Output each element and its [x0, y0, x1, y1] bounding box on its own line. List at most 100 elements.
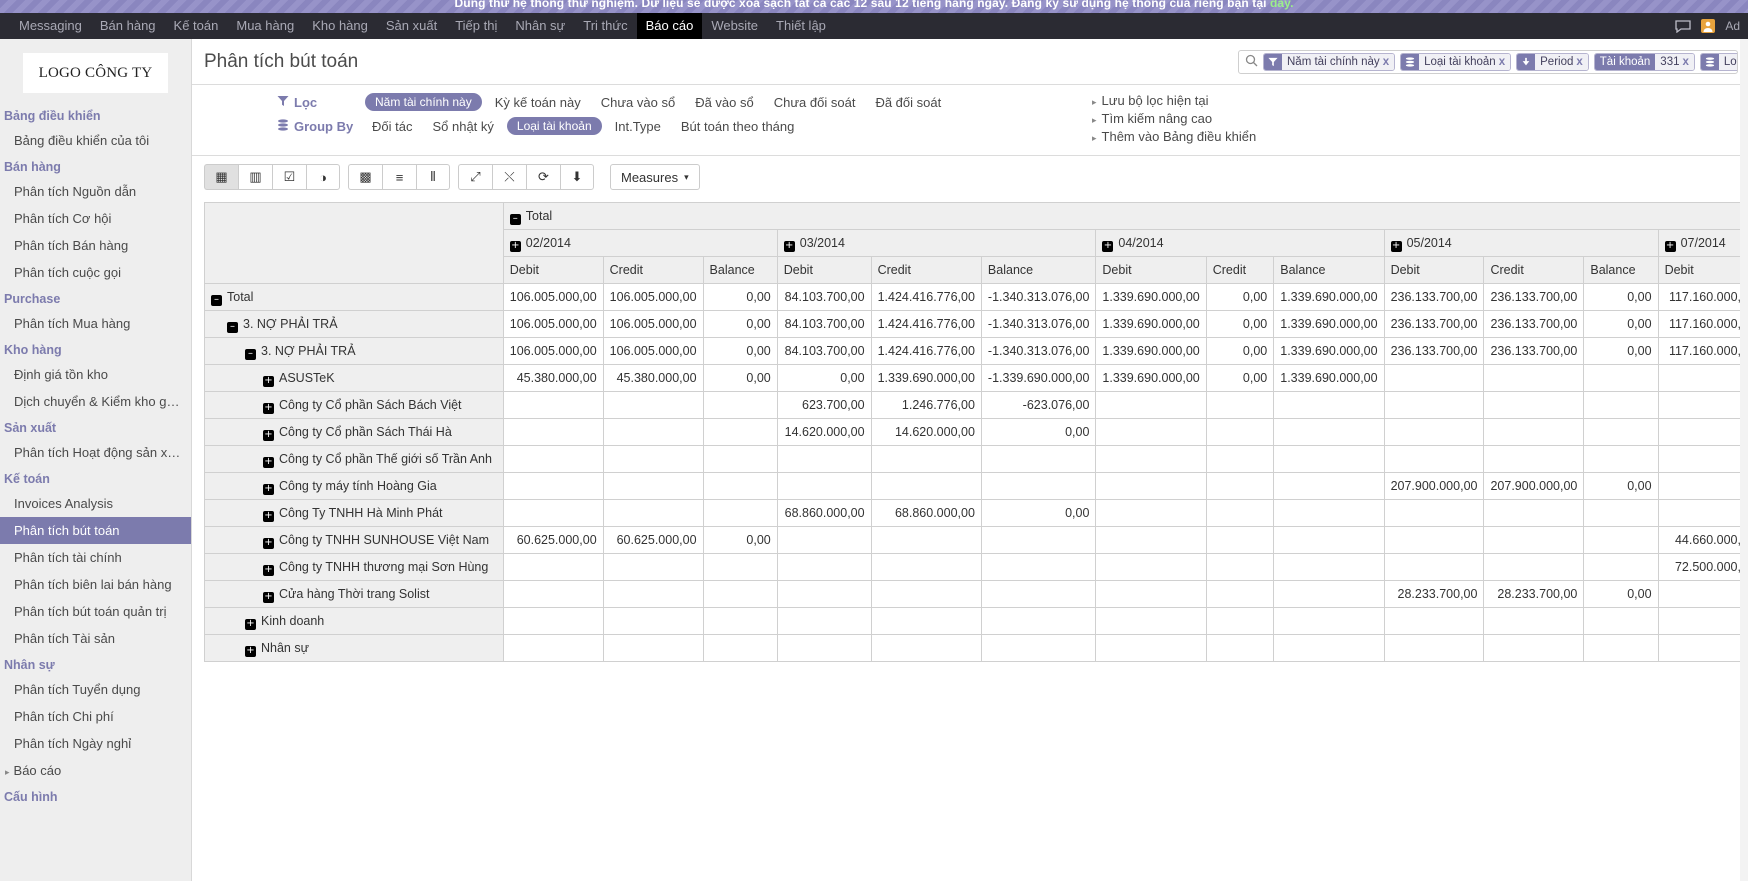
search-bar[interactable]: Năm tài chính này x Loại tài khoản x Period x…: [1238, 49, 1738, 74]
plus-box-icon[interactable]: +: [263, 564, 274, 576]
plus-box-icon[interactable]: +: [263, 375, 274, 387]
sidebar-item-6-3[interactable]: Báo cáo: [0, 757, 191, 784]
groupby-option-2[interactable]: Loại tài khoản: [506, 117, 602, 135]
pivot-row-header-5[interactable]: + Công ty Cổ phần Sách Thái Hà: [204, 418, 504, 446]
plus-box-icon[interactable]: +: [1102, 240, 1114, 252]
pivot-measure-header-1-0[interactable]: Debit: [776, 256, 872, 284]
pivot-measure-header-3-1[interactable]: Credit: [1483, 256, 1585, 284]
top-menu-item-11[interactable]: Thiết lập: [767, 13, 835, 39]
columns-icon[interactable]: ⦀: [416, 164, 450, 190]
pivot-measure-header-2-1[interactable]: Credit: [1205, 256, 1275, 284]
top-menu-item-5[interactable]: Sản xuất: [377, 13, 446, 39]
filter-link-1[interactable]: Tìm kiếm nâng cao: [1092, 111, 1256, 126]
plus-box-icon[interactable]: +: [263, 483, 274, 495]
top-menu-item-4[interactable]: Kho hàng: [303, 13, 377, 39]
search-icon[interactable]: [1245, 54, 1258, 70]
sidebar-item-5-3[interactable]: Phân tích biên lai bán hàng: [0, 571, 191, 598]
bar-chart-icon[interactable]: ▥: [238, 164, 272, 190]
pivot-row-header-3[interactable]: + ASUSTeK: [204, 364, 504, 392]
minus-box-icon[interactable]: –: [227, 321, 238, 333]
pivot-total-header[interactable]: – Total: [502, 202, 1748, 230]
filter-option-2[interactable]: Chưa vào sổ: [594, 94, 682, 111]
expand-icon[interactable]: ⤢: [458, 164, 492, 190]
pivot-colgroup-1[interactable]: +03/2014: [776, 229, 1097, 257]
chat-icon[interactable]: [1675, 19, 1691, 33]
pivot-measure-header-4-0[interactable]: Debit: [1657, 256, 1748, 284]
filter-link-2[interactable]: Thêm vào Bảng điều khiển: [1092, 129, 1257, 144]
top-menu-item-9[interactable]: Báo cáo: [636, 13, 703, 39]
plus-box-icon[interactable]: +: [263, 429, 274, 441]
search-facet-0[interactable]: Năm tài chính này x: [1263, 52, 1396, 71]
collapse-icon[interactable]: ⤬: [492, 164, 526, 190]
filter-option-4[interactable]: Chưa đối soát: [767, 94, 863, 111]
pivot-measure-header-3-2[interactable]: Balance: [1583, 256, 1659, 284]
search-facet-4[interactable]: Loại tài khoảnx: [1699, 52, 1737, 71]
filter-option-0[interactable]: Năm tài chính này: [365, 93, 482, 111]
groupby-option-4[interactable]: Bút toán theo tháng: [674, 118, 801, 135]
sidebar-item-1-0[interactable]: Phân tích Nguồn dẫn: [0, 178, 191, 205]
plus-box-icon[interactable]: +: [1664, 240, 1676, 252]
top-menu-item-1[interactable]: Bán hàng: [91, 13, 165, 39]
filter-option-5[interactable]: Đã đối soát: [868, 94, 948, 111]
filter-link-0[interactable]: Lưu bộ lọc hiện tại: [1092, 93, 1256, 108]
facet-remove-3[interactable]: x: [1679, 56, 1688, 68]
plus-box-icon[interactable]: +: [245, 618, 256, 630]
filter-option-3[interactable]: Đã vào sổ: [688, 94, 761, 111]
search-facet-2[interactable]: Period x: [1516, 52, 1589, 71]
pivot-colgroup-3[interactable]: +05/2014: [1383, 229, 1659, 257]
groupby-option-1[interactable]: Sổ nhật ký: [425, 118, 500, 135]
pivot-row-header-1[interactable]: –3. NỢ PHẢI TRẢ: [204, 310, 504, 338]
sidebar-item-5-5[interactable]: Phân tích Tài sản: [0, 625, 191, 652]
sidebar-item-3-1[interactable]: Dịch chuyển & Kiểm kho g…: [0, 388, 191, 415]
facet-remove-0[interactable]: x: [1380, 56, 1389, 68]
pivot-colgroup-2[interactable]: +04/2014: [1095, 229, 1385, 257]
pivot-measure-header-0-0[interactable]: Debit: [502, 256, 604, 284]
sidebar-item-6-2[interactable]: Phân tích Ngày nghỉ: [0, 730, 191, 757]
facet-remove-1[interactable]: x: [1496, 56, 1505, 68]
plus-box-icon[interactable]: +: [783, 240, 795, 252]
plus-box-icon[interactable]: +: [263, 591, 274, 603]
minus-box-icon[interactable]: –: [245, 348, 256, 360]
top-menu-item-10[interactable]: Website: [702, 13, 767, 39]
top-menu-item-3[interactable]: Mua hàng: [227, 13, 303, 39]
groupby-label-group[interactable]: Group By: [277, 119, 365, 134]
top-menu-item-8[interactable]: Tri thức: [574, 13, 636, 39]
measures-dropdown[interactable]: Measures ▾: [610, 164, 700, 190]
top-menu-item-7[interactable]: Nhân sự: [506, 13, 574, 39]
list-icon[interactable]: ≡: [382, 164, 416, 190]
pivot-row-header-7[interactable]: + Công ty máy tính Hoàng Gia: [204, 472, 504, 500]
refresh-icon[interactable]: ⟳: [526, 164, 560, 190]
sidebar-item-3-0[interactable]: Định giá tồn kho: [0, 361, 191, 388]
plus-box-icon[interactable]: +: [245, 645, 256, 657]
sidebar-item-5-4[interactable]: Phân tích bút toán quản trị: [0, 598, 191, 625]
pivot-measure-header-1-1[interactable]: Credit: [870, 256, 982, 284]
pivot-row-header-2[interactable]: –3. NỢ PHẢI TRẢ: [204, 337, 504, 365]
sidebar-item-1-1[interactable]: Phân tích Cơ hội: [0, 205, 191, 232]
sidebar-item-1-2[interactable]: Phân tích Bán hàng: [0, 232, 191, 259]
pivot-measure-header-3-0[interactable]: Debit: [1383, 256, 1485, 284]
sidebar-item-4-0[interactable]: Phân tích Hoạt động sản x…: [0, 439, 191, 466]
pivot-measure-header-2-0[interactable]: Debit: [1095, 256, 1207, 284]
top-menu-item-2[interactable]: Kế toán: [165, 13, 228, 39]
pivot-row-header-10[interactable]: + Công ty TNHH thương mại Sơn Hùng: [204, 553, 504, 581]
sidebar-item-5-0[interactable]: Invoices Analysis: [0, 490, 191, 517]
plus-box-icon[interactable]: +: [263, 402, 274, 414]
pivot-row-header-6[interactable]: + Công ty Cổ phần Thế giới số Trần Anh: [204, 445, 504, 473]
top-menu-item-0[interactable]: Messaging: [10, 13, 91, 39]
pivot-row-header-13[interactable]: + Nhân sự: [204, 634, 504, 662]
plus-box-icon[interactable]: +: [263, 456, 274, 468]
minus-box-icon[interactable]: –: [509, 213, 521, 225]
pivot-row-header-12[interactable]: + Kinh doanh: [204, 607, 504, 635]
grid-icon[interactable]: ▩: [348, 164, 382, 190]
sidebar-item-1-3[interactable]: Phân tích cuộc gọi: [0, 259, 191, 286]
minus-box-icon[interactable]: –: [211, 294, 222, 306]
plus-box-icon[interactable]: +: [263, 537, 274, 549]
facet-remove-2[interactable]: x: [1573, 56, 1582, 68]
pivot-row-header-8[interactable]: + Công Ty TNHH Hà Minh Phát: [204, 499, 504, 527]
download-icon[interactable]: ⬇: [560, 164, 594, 190]
search-facet-1[interactable]: Loại tài khoản x: [1400, 52, 1512, 71]
groupby-option-3[interactable]: Int.Type: [608, 118, 668, 135]
sidebar-item-6-1[interactable]: Phân tích Chi phí: [0, 703, 191, 730]
pivot-measure-header-0-2[interactable]: Balance: [702, 256, 778, 284]
pivot-row-header-0[interactable]: – Total: [204, 283, 504, 311]
